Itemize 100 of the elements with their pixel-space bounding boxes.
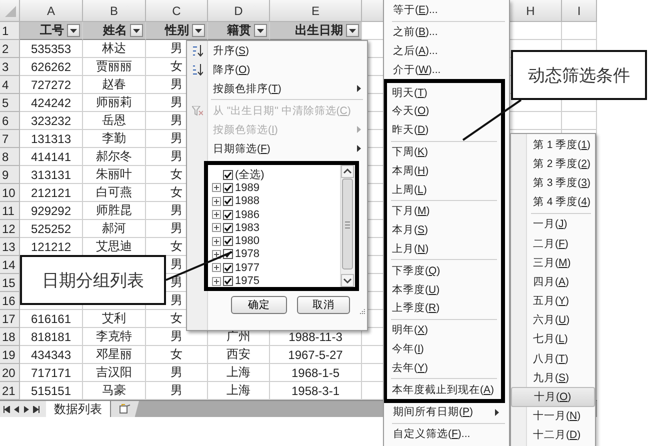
menu-item[interactable]: 昨天(D) — [387, 120, 501, 140]
menu-item[interactable]: 明年(X) — [387, 320, 501, 340]
checkbox[interactable] — [223, 222, 233, 233]
list-item-label[interactable]: 1977 — [235, 262, 260, 274]
menu-item[interactable]: 明天(T) — [387, 83, 501, 102]
column-header[interactable]: C — [146, 0, 208, 22]
expand-icon[interactable] — [212, 236, 221, 246]
column-header[interactable]: I — [562, 0, 597, 22]
scroll-up-button[interactable] — [341, 165, 354, 178]
menu-item[interactable]: 本年度截止到现在(A) — [387, 380, 501, 399]
menu-item[interactable]: 上季度(R) — [387, 298, 501, 318]
expand-icon[interactable] — [212, 250, 221, 259]
filter-button[interactable] — [192, 24, 205, 37]
list-item-label[interactable]: 1989 — [235, 182, 260, 194]
row-number: 14 — [0, 256, 20, 274]
menu-item[interactable]: 本季度(U) — [387, 280, 501, 299]
menu-item[interactable]: 四月(A) — [511, 272, 595, 292]
menu-item[interactable]: 今年(I) — [387, 340, 501, 358]
table-cell: 白可燕 — [83, 184, 146, 202]
menu-item[interactable]: 三月(M) — [511, 253, 595, 272]
list-item-label[interactable]: 1983 — [235, 222, 260, 234]
last-sheet-icon[interactable] — [33, 406, 40, 412]
checkbox[interactable] — [223, 276, 233, 286]
first-sheet-icon[interactable] — [3, 406, 10, 412]
filter-button[interactable] — [67, 24, 80, 37]
menu-item[interactable]: 下月(M) — [387, 202, 501, 221]
menu-item[interactable]: 八月(T) — [511, 349, 595, 368]
date-group-list[interactable]: (全选) 1989 1988 1986 1983 1980 1978 1977 1975 — [204, 161, 359, 291]
menu-item[interactable]: 之后(A)... — [384, 42, 509, 60]
menu-item[interactable]: 之前(B)... — [384, 22, 509, 42]
menu-item[interactable]: 上月(N) — [387, 240, 501, 258]
checkbox[interactable] — [223, 262, 233, 273]
expand-icon[interactable] — [212, 183, 221, 192]
sheet-tab[interactable]: 数据列表 — [46, 401, 111, 417]
checkbox[interactable] — [223, 182, 233, 193]
expand-icon[interactable] — [212, 276, 221, 286]
cancel-button[interactable]: 取消 — [296, 296, 350, 314]
previous-sheet-icon[interactable] — [13, 406, 20, 412]
column-header[interactable]: D — [208, 0, 270, 22]
menu-item[interactable]: 九月(S) — [511, 368, 595, 388]
row-number: 12 — [0, 220, 20, 238]
table-cell: 434343 — [20, 346, 83, 364]
menu-item[interactable]: 一月(J) — [511, 214, 595, 234]
menu-item[interactable]: 第 4 季度(4) — [511, 192, 595, 212]
menu-item[interactable]: 六月(U) — [511, 310, 595, 330]
menu-item[interactable]: 十一月(N) — [511, 406, 595, 426]
table-cell: 李克特 — [83, 328, 146, 346]
list-item-label[interactable]: 1986 — [235, 208, 260, 221]
menu-item[interactable]: 第 2 季度(2) — [511, 154, 595, 174]
filter-button[interactable] — [254, 24, 267, 37]
menu-item[interactable]: 本周(H) — [387, 161, 501, 180]
filter-button[interactable] — [130, 24, 143, 37]
filter-button[interactable] — [346, 24, 359, 37]
menu-item[interactable]: 下周(K) — [387, 142, 501, 162]
checkbox[interactable] — [223, 170, 233, 180]
table-cell: 师丽莉 — [83, 94, 146, 112]
clear-filter-icon — [192, 106, 202, 116]
expand-icon[interactable] — [212, 196, 221, 206]
ok-button[interactable]: 确定 — [231, 296, 287, 314]
column-header[interactable]: A — [20, 0, 83, 22]
resize-grip-icon[interactable] — [360, 309, 366, 314]
list-item-label[interactable]: (全选) — [235, 167, 264, 182]
list-item-label[interactable]: 1975 — [235, 275, 260, 288]
menu-item[interactable]: 期间所有日期(P) — [384, 402, 509, 422]
table-cell: 727272 — [20, 76, 83, 94]
menu-item[interactable]: 五月(Y) — [511, 292, 595, 311]
menu-item[interactable]: 十月(O) — [511, 387, 595, 407]
menu-item[interactable]: 十二月(D) — [511, 426, 595, 445]
menu-item[interactable]: 介于(W)... — [384, 60, 509, 80]
expand-icon[interactable] — [212, 263, 221, 272]
checkbox[interactable] — [223, 236, 233, 246]
menu-item[interactable]: 自定义筛选(F)... — [384, 424, 509, 444]
leader-line — [462, 99, 522, 141]
column-header[interactable]: E — [270, 0, 362, 22]
menu-item[interactable]: 去年(Y) — [387, 358, 501, 378]
menu-item[interactable]: 第 1 季度(1) — [511, 135, 595, 154]
column-header[interactable]: B — [83, 0, 146, 22]
menu-item[interactable]: 七月(L) — [511, 330, 595, 350]
menu-item[interactable]: 上周(L) — [387, 180, 501, 199]
list-item-label[interactable]: 1978 — [235, 248, 260, 260]
list-item-label[interactable]: 1980 — [235, 235, 260, 248]
menu-item[interactable]: 第 3 季度(3) — [511, 173, 595, 193]
row-number: 8 — [0, 148, 20, 166]
scroll-thumb[interactable] — [341, 178, 354, 270]
list-item-label[interactable]: 1988 — [235, 195, 260, 208]
checkbox[interactable] — [223, 196, 233, 206]
expand-icon[interactable] — [212, 223, 221, 232]
new-sheet-icon[interactable] — [119, 404, 131, 414]
checkbox[interactable] — [223, 210, 233, 220]
menu-item[interactable]: 本月(S) — [387, 220, 501, 240]
menu-item[interactable]: 下季度(Q) — [387, 261, 501, 280]
menu-item[interactable]: 二月(F) — [511, 234, 595, 254]
scroll-down-button[interactable] — [341, 274, 354, 287]
scrollbar[interactable] — [340, 165, 355, 287]
next-sheet-icon[interactable] — [23, 406, 30, 412]
expand-icon[interactable] — [212, 210, 221, 220]
table-cell: 上海 — [208, 364, 270, 382]
table-cell: 717171 — [20, 364, 83, 382]
header-label: 性别 — [165, 22, 189, 39]
menu-item[interactable]: 今天(O) — [387, 102, 501, 121]
